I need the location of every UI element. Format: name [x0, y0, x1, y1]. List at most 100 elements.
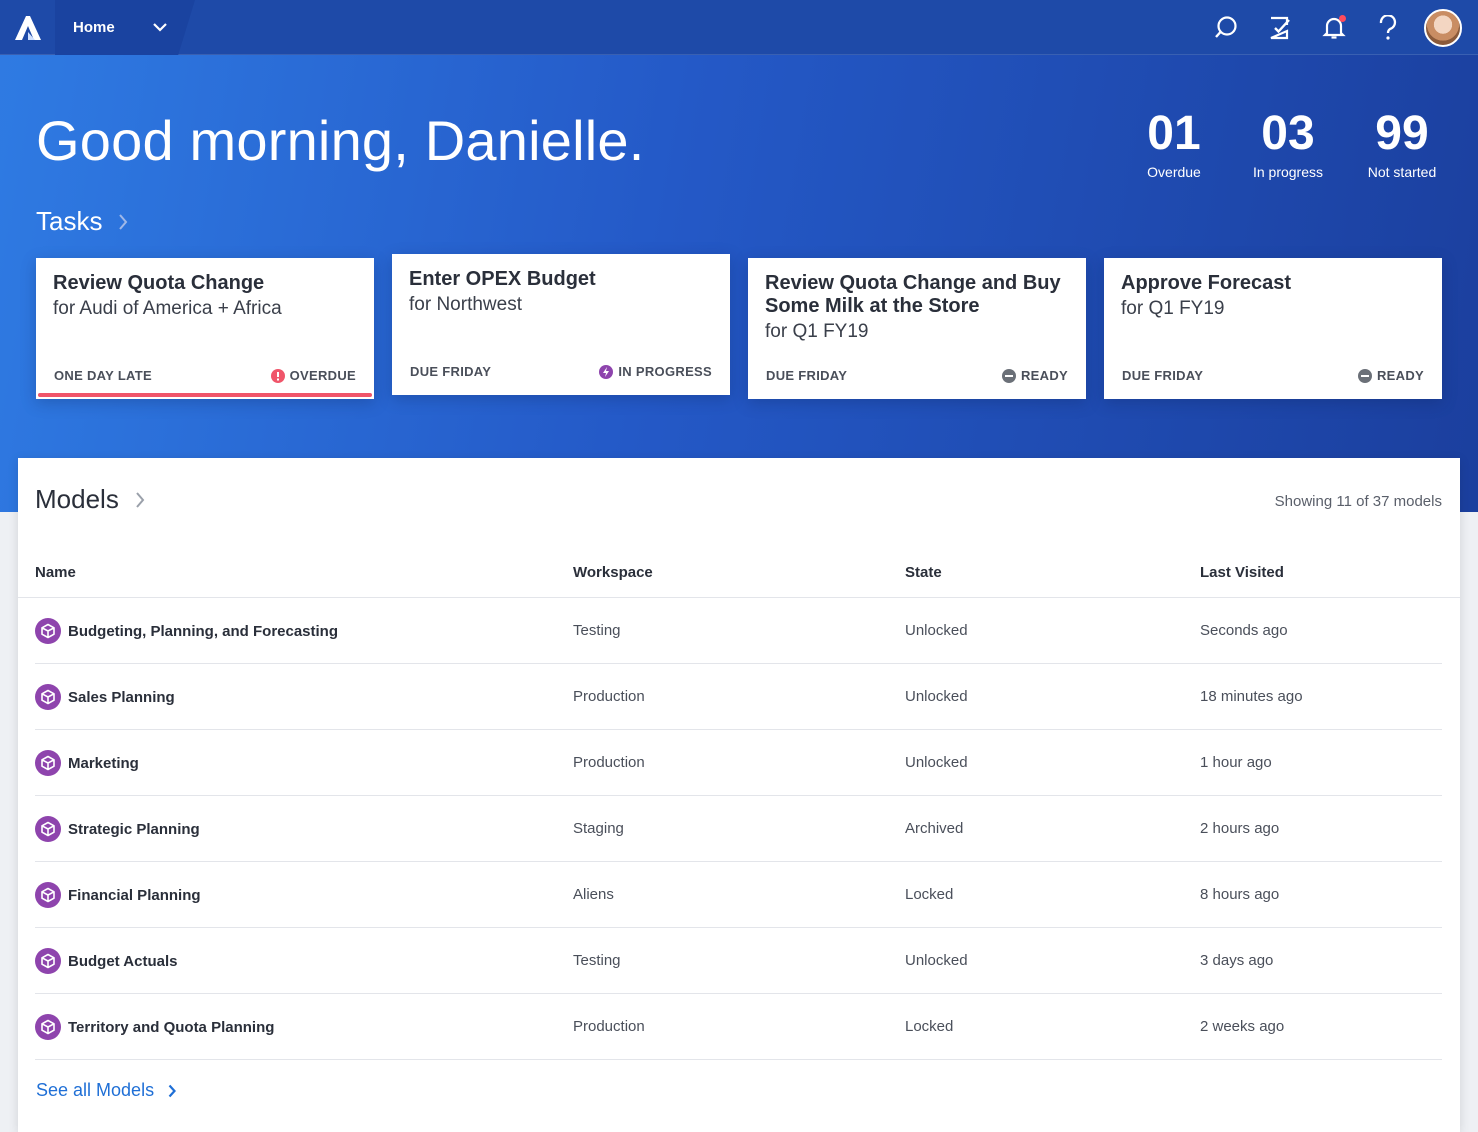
top-navigation-bar: Home	[0, 0, 1478, 55]
model-name: Budgeting, Planning, and Forecasting	[68, 622, 339, 640]
tasks-title: Tasks	[36, 206, 103, 236]
task-status: OVERDUE	[270, 368, 356, 383]
model-name: Financial Planning	[68, 886, 201, 904]
model-name: Marketing	[68, 754, 139, 772]
see-all-label: See all Models	[36, 1080, 155, 1100]
model-name-cell: Marketing	[35, 750, 139, 776]
model-workspace: Testing	[573, 952, 621, 969]
model-name-cell: Budget Actuals	[35, 948, 177, 974]
stat-not-started[interactable]: 99 Not started	[1360, 107, 1444, 181]
user-avatar[interactable]	[1424, 8, 1462, 47]
stat-value: 01	[1147, 107, 1201, 160]
model-cube-icon	[35, 816, 61, 842]
model-cube-icon	[35, 618, 61, 644]
lightning-icon	[599, 364, 614, 379]
model-name-cell: Budgeting, Planning, and Forecasting	[35, 618, 338, 644]
model-state: Unlocked	[905, 754, 968, 771]
model-name-cell: Strategic Planning	[35, 816, 200, 842]
table-header: Name Workspace State Last Visited	[18, 540, 1460, 598]
stat-value: 99	[1375, 107, 1429, 160]
model-last-visited: 1 hour ago	[1200, 754, 1272, 771]
model-cube-icon	[35, 882, 61, 908]
notification-dot	[1339, 14, 1346, 22]
search-icon[interactable]	[1212, 14, 1240, 42]
model-workspace: Production	[573, 754, 645, 771]
table-row[interactable]: Strategic Planning Staging Archived 2 hours…	[35, 796, 1442, 862]
column-header-workspace[interactable]: Workspace	[573, 564, 653, 581]
models-count: Showing 11 of 37 models	[1274, 493, 1442, 510]
task-stats: 01 Overdue 03 In progress 99 Not started	[1102, 107, 1444, 181]
task-card-review-quota-milk[interactable]: Review Quota Change and Buy Some Milk at…	[748, 258, 1086, 399]
models-panel: Models Showing 11 of 37 models Name Work…	[18, 458, 1460, 1132]
model-workspace: Aliens	[573, 886, 614, 903]
app-logo[interactable]	[0, 0, 55, 55]
anaplan-logo-icon	[14, 15, 41, 40]
task-status: READY	[1357, 368, 1424, 383]
model-state: Archived	[905, 820, 964, 837]
models-title: Models	[35, 484, 119, 514]
column-header-state[interactable]: State	[905, 564, 942, 581]
help-icon[interactable]	[1374, 14, 1402, 42]
model-workspace: Production	[573, 1018, 645, 1035]
task-subtitle: for Q1 FY19	[1121, 298, 1225, 319]
column-header-last-visited[interactable]: Last Visited	[1200, 564, 1284, 581]
model-name: Territory and Quota Planning	[68, 1018, 275, 1036]
task-subtitle: for Northwest	[409, 294, 522, 315]
tasks-check-icon[interactable]	[1266, 14, 1294, 42]
model-last-visited: 2 hours ago	[1200, 820, 1280, 837]
task-title: Enter OPEX Budget	[409, 268, 596, 290]
stat-label: Overdue	[1147, 164, 1201, 180]
task-due: DUE FRIDAY	[1122, 368, 1204, 383]
task-status-label: OVERDUE	[289, 368, 356, 383]
stat-value: 03	[1261, 107, 1315, 160]
model-state: Unlocked	[905, 688, 968, 705]
model-workspace: Production	[573, 688, 645, 705]
task-subtitle: for Q1 FY19	[765, 321, 869, 342]
table-row[interactable]: Budget Actuals Testing Unlocked 3 days ago	[35, 928, 1442, 994]
model-cube-icon	[35, 1014, 61, 1040]
task-due: DUE FRIDAY	[410, 364, 492, 379]
model-cube-icon	[35, 684, 61, 710]
task-status-label: IN PROGRESS	[618, 364, 712, 379]
overdue-indicator-bar	[38, 393, 372, 397]
task-card-review-quota[interactable]: Review Quota Change for Audi of America …	[36, 258, 374, 399]
model-last-visited: 8 hours ago	[1200, 886, 1280, 903]
see-all-models-link[interactable]: See all Models	[36, 1080, 177, 1101]
table-row[interactable]: Budgeting, Planning, and Forecasting Test…	[35, 598, 1442, 664]
model-name: Strategic Planning	[68, 820, 200, 838]
stat-in-progress[interactable]: 03 In progress	[1246, 107, 1330, 181]
table-row[interactable]: Sales Planning Production Unlocked 18 minut…	[35, 664, 1442, 730]
bell-icon[interactable]	[1320, 14, 1348, 42]
models-section-link[interactable]: Models	[35, 484, 145, 515]
model-cube-icon	[35, 948, 61, 974]
task-title: Review Quota Change	[53, 272, 265, 294]
home-dropdown[interactable]: Home	[55, 0, 195, 55]
hero-banner	[0, 0, 1478, 512]
model-last-visited: 2 weeks ago	[1200, 1018, 1285, 1035]
tasks-section-link[interactable]: Tasks	[36, 206, 128, 237]
table-row[interactable]: Financial Planning Aliens Locked 8 hours ag…	[35, 862, 1442, 928]
model-last-visited: 3 days ago	[1200, 952, 1274, 969]
chevron-right-icon	[135, 491, 145, 509]
stat-label: Not started	[1367, 164, 1437, 180]
chevron-down-icon	[152, 23, 167, 32]
task-due: DUE FRIDAY	[766, 368, 848, 383]
column-header-name[interactable]: Name	[35, 564, 76, 581]
task-status-label: READY	[1376, 368, 1424, 383]
model-state: Unlocked	[905, 952, 968, 969]
model-cube-icon	[35, 750, 61, 776]
task-title: Approve Forecast	[1121, 272, 1292, 294]
model-name-cell: Financial Planning	[35, 882, 201, 908]
model-workspace: Staging	[573, 820, 624, 837]
alert-icon	[270, 368, 285, 383]
table-row[interactable]: Territory and Quota Planning Production Lo…	[35, 994, 1442, 1060]
task-card-approve-forecast[interactable]: Approve Forecast for Q1 FY19 DUE FRIDAY …	[1104, 258, 1442, 399]
model-last-visited: 18 minutes ago	[1200, 688, 1303, 705]
task-title: Review Quota Change and Buy Some Milk at…	[765, 272, 1061, 317]
model-name: Sales Planning	[68, 688, 175, 706]
model-last-visited: Seconds ago	[1200, 622, 1288, 639]
table-row[interactable]: Marketing Production Unlocked 1 hour ago	[35, 730, 1442, 796]
task-status-label: READY	[1020, 368, 1068, 383]
stat-overdue[interactable]: 01 Overdue	[1132, 107, 1216, 181]
task-card-enter-opex[interactable]: Enter OPEX Budget for Northwest DUE FRID…	[392, 254, 730, 395]
